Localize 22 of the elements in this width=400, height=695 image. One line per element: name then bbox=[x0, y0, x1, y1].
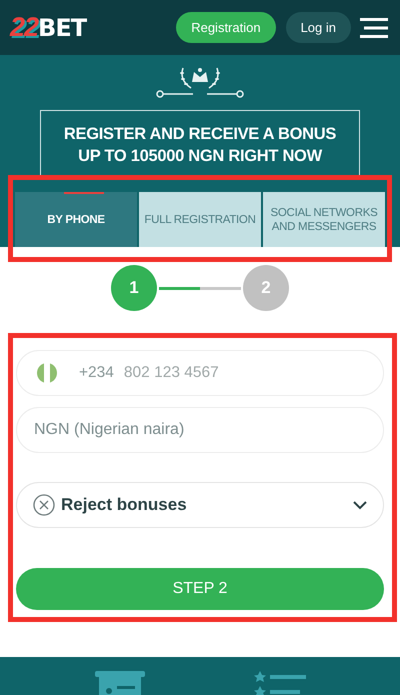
currency-field[interactable]: NGN (Nigerian naira) bbox=[16, 407, 384, 453]
step-indicator: 1 bbox=[111, 265, 157, 311]
ranking-list-icon[interactable] bbox=[254, 671, 306, 695]
phone-input[interactable]: 802 123 4567 bbox=[124, 364, 367, 382]
receipt-icon[interactable] bbox=[94, 671, 144, 695]
phone-field[interactable]: +234 802 123 4567 bbox=[16, 350, 384, 396]
tab[interactable]: BY PHONE bbox=[15, 192, 137, 247]
tab[interactable]: FULL REGISTRATION bbox=[139, 192, 261, 247]
logo[interactable]: 22BET bbox=[10, 12, 86, 43]
country-code: +234 bbox=[79, 364, 114, 382]
close-circle-icon bbox=[33, 494, 55, 516]
tab[interactable]: SOCIAL NETWORKS AND MESSENGERS bbox=[263, 192, 385, 247]
flag-icon bbox=[37, 363, 57, 383]
login-button[interactable]: Log in bbox=[286, 12, 351, 43]
bonus-select[interactable]: Reject bonuses bbox=[16, 482, 384, 528]
promo-text: REGISTER AND RECEIVE A BONUS bbox=[64, 124, 336, 145]
promo-text: UP TO 105000 NGN RIGHT NOW bbox=[78, 146, 322, 167]
step-indicator: 2 bbox=[243, 265, 289, 311]
chevron-down-icon bbox=[353, 500, 367, 510]
menu-icon[interactable] bbox=[360, 16, 388, 38]
step-2-button[interactable]: STEP 2 bbox=[16, 568, 384, 610]
registration-button[interactable]: Registration bbox=[176, 12, 276, 43]
